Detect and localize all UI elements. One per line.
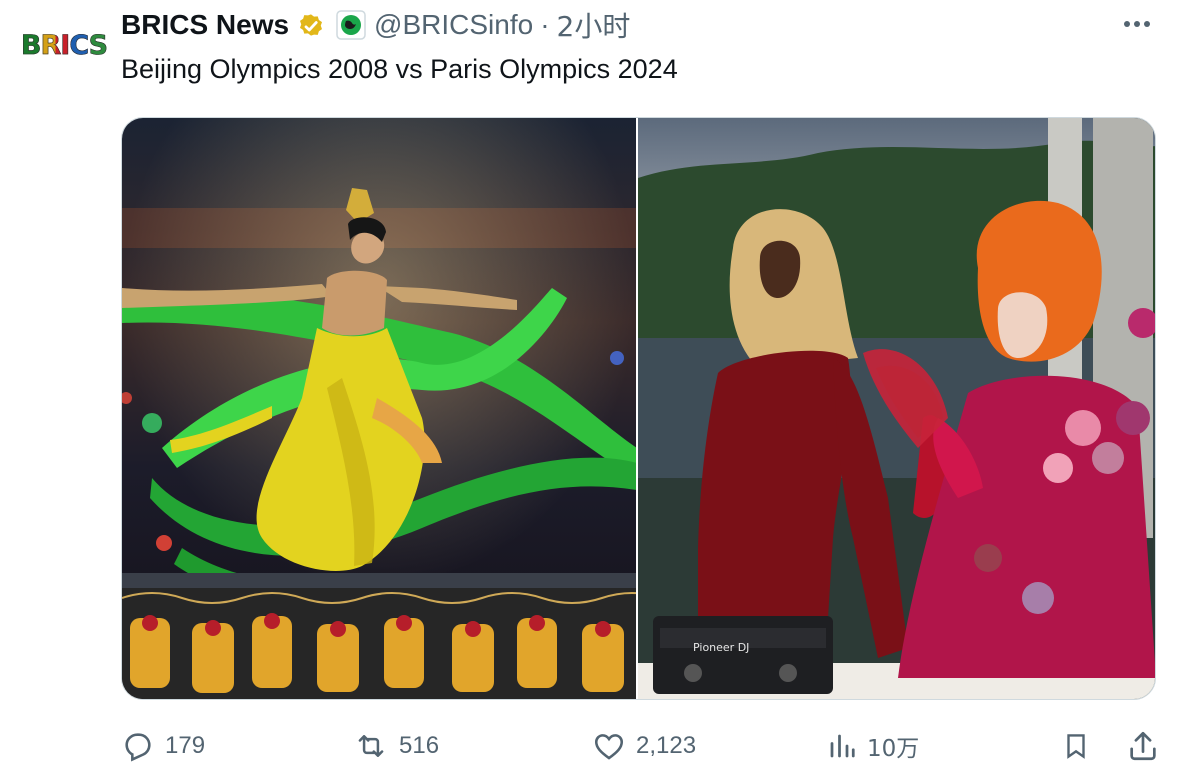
author-handle[interactable]: @BRICSinfo	[374, 9, 533, 41]
author-name[interactable]: BRICS News	[121, 9, 289, 41]
views-button[interactable]: 10万	[827, 724, 919, 768]
avatar-logo-text: BRICS	[20, 29, 109, 61]
like-count: 2,123	[636, 732, 697, 759]
dj-controller-label: Pioneer DJ	[693, 641, 749, 654]
avatar[interactable]: BRICS	[20, 8, 109, 82]
media-grid: Pioneer DJ	[121, 117, 1156, 700]
heart-icon	[592, 729, 626, 763]
affiliate-badge-icon[interactable]	[336, 10, 366, 40]
media-photo-beijing[interactable]	[122, 118, 636, 699]
views-count: 10万	[867, 736, 920, 762]
beijing-photo-illustration	[122, 118, 636, 699]
like-button[interactable]: 2,123	[592, 724, 696, 768]
reply-button[interactable]: 179	[121, 724, 205, 768]
retweet-icon	[353, 729, 389, 763]
tweet-header: BRICS News @BRICSinfo · 2小时	[121, 6, 630, 44]
timestamp[interactable]: 2小时	[557, 5, 631, 45]
share-button[interactable]	[1126, 724, 1170, 768]
paris-photo-illustration: Pioneer DJ	[638, 118, 1155, 699]
tweet-actions: 179 516 2,123 10万	[121, 724, 1185, 768]
share-icon	[1126, 729, 1160, 763]
more-options-icon[interactable]	[1119, 12, 1155, 36]
verified-badge-icon[interactable]	[296, 10, 326, 40]
reply-count: 179	[165, 732, 206, 759]
bookmark-button[interactable]	[1061, 724, 1101, 768]
retweet-button[interactable]: 516	[353, 724, 439, 768]
tweet-text: Beijing Olympics 2008 vs Paris Olympics …	[121, 54, 678, 84]
separator-dot: ·	[540, 9, 550, 40]
bookmark-icon	[1061, 729, 1091, 763]
reply-icon	[121, 729, 155, 763]
retweet-count: 516	[399, 732, 440, 759]
media-photo-paris[interactable]: Pioneer DJ	[638, 118, 1155, 699]
analytics-icon	[827, 730, 857, 762]
